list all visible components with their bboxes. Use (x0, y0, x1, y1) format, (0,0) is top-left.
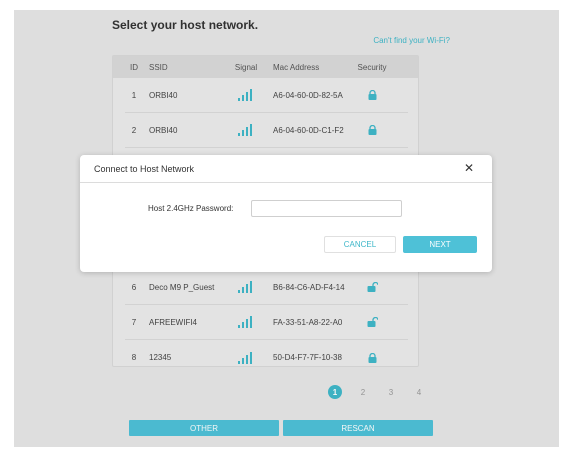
connect-host-dialog: Connect to Host Network ✕ Host 2.4GHz Pa… (80, 155, 492, 272)
password-label: Host 2.4GHz Password: (148, 204, 234, 213)
cancel-button[interactable]: CANCEL (324, 236, 396, 253)
next-button[interactable]: NEXT (403, 236, 477, 253)
password-input[interactable] (251, 200, 402, 217)
close-icon[interactable]: ✕ (462, 161, 476, 175)
dialog-title: Connect to Host Network (80, 155, 492, 183)
